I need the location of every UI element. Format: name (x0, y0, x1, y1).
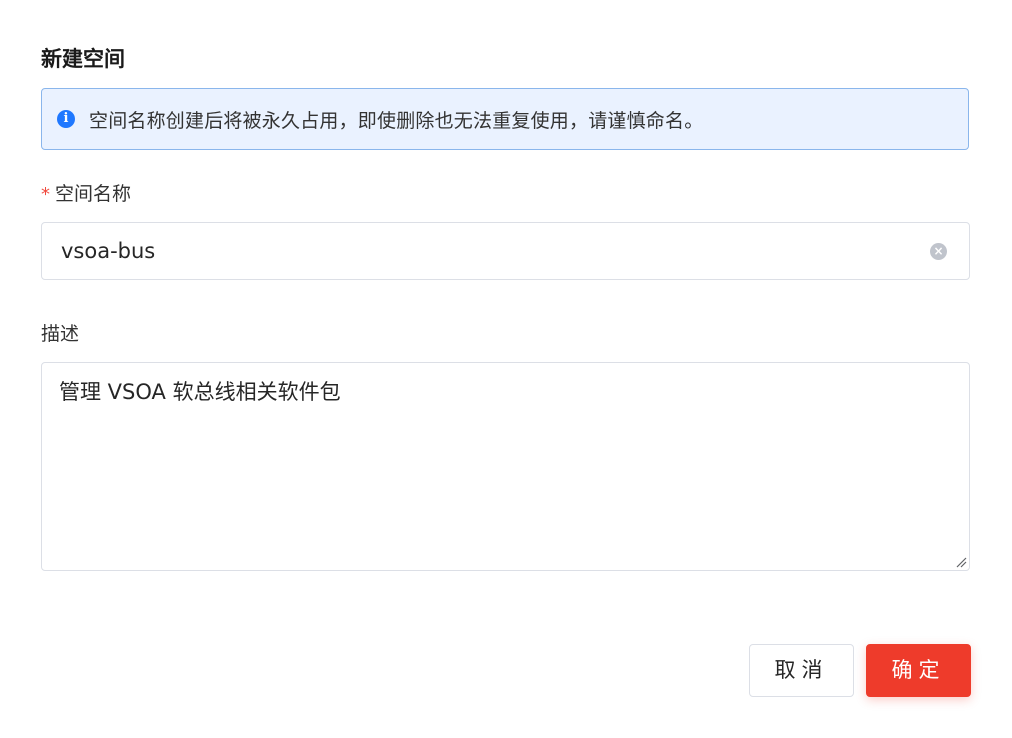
required-mark: * (41, 184, 50, 205)
cancel-button[interactable]: 取消 (749, 644, 854, 697)
confirm-button[interactable]: 确定 (866, 644, 971, 697)
dialog-title: 新建空间 (41, 47, 125, 71)
new-space-dialog: 新建空间 i 空间名称创建后将被永久占用，即使删除也无法重复使用，请谨慎命名。 … (0, 0, 1012, 738)
space-name-field: × (41, 222, 970, 280)
description-field: 管理 VSOA 软总线相关软件包 (41, 362, 970, 571)
info-icon: i (57, 110, 75, 128)
info-alert: i 空间名称创建后将被永久占用，即使删除也无法重复使用，请谨慎命名。 (41, 88, 969, 150)
resize-handle-icon[interactable] (955, 556, 967, 568)
space-name-label-text: 空间名称 (55, 183, 132, 205)
space-name-label: * 空间名称 (41, 181, 131, 208)
alert-text: 空间名称创建后将被永久占用，即使删除也无法重复使用，请谨慎命名。 (89, 109, 704, 132)
description-textarea[interactable]: 管理 VSOA 软总线相关软件包 (42, 363, 969, 570)
description-label: 描述 (41, 323, 80, 345)
space-name-input[interactable] (61, 239, 930, 263)
clear-circle-icon[interactable]: × (930, 242, 947, 260)
